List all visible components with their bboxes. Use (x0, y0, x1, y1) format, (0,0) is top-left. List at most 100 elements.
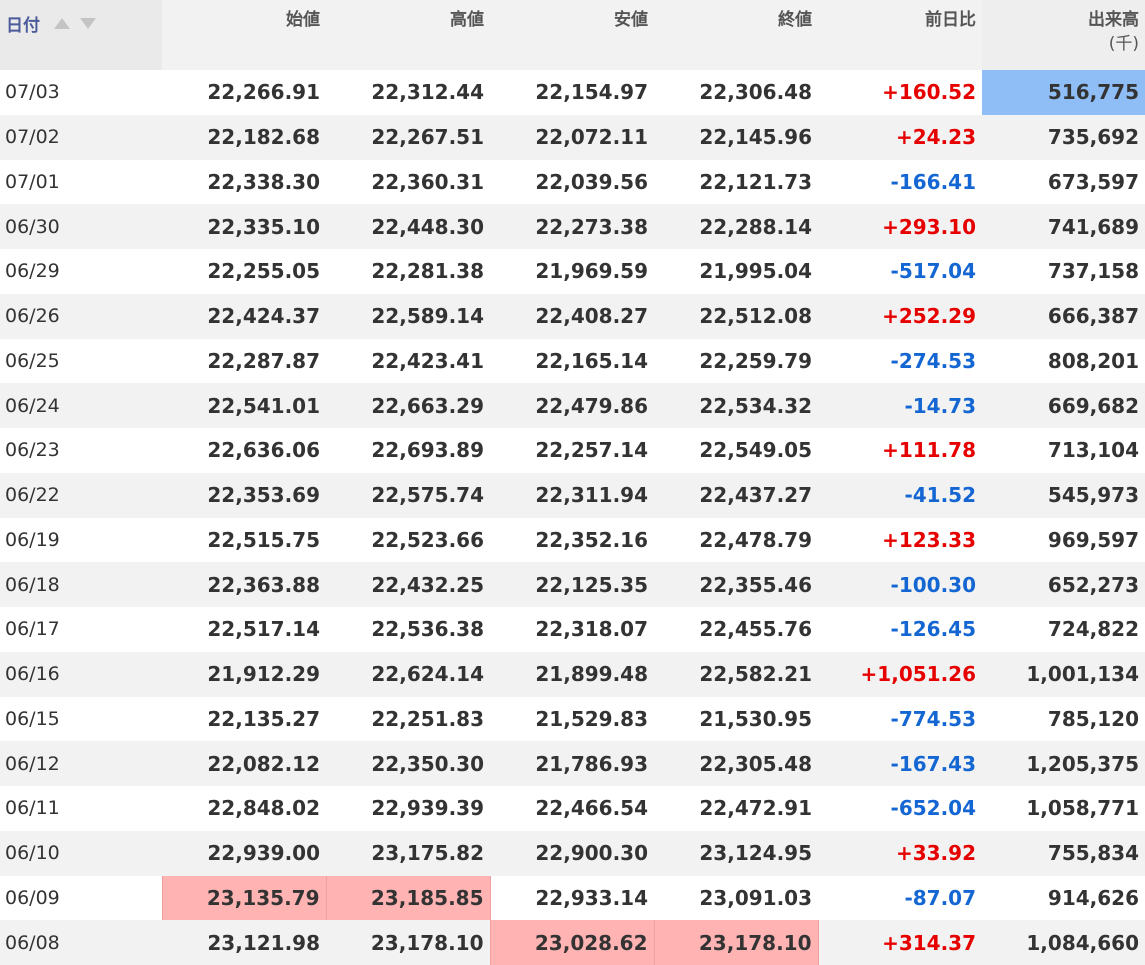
change-cell: +252.29 (818, 293, 982, 339)
date-cell: 06/25 (0, 338, 162, 384)
close-cell: 21,995.04 (654, 249, 818, 294)
column-header-low: 安値 (490, 0, 654, 70)
sort-control[interactable] (53, 12, 100, 36)
table-row: 06/15 22,135.27 22,251.83 21,529.83 21,5… (0, 696, 1145, 742)
low-cell: 22,125.35 (490, 562, 654, 607)
low-cell: 22,933.14 (490, 875, 654, 921)
high-cell: 22,312.44 (326, 70, 490, 115)
low-cell: 22,039.56 (490, 159, 654, 205)
volume-cell: 1,058,771 (982, 786, 1145, 831)
high-cell: 22,589.14 (326, 293, 490, 339)
open-cell: 22,287.87 (162, 338, 326, 384)
change-cell: +123.33 (818, 517, 982, 563)
date-cell: 06/22 (0, 472, 162, 518)
change-cell: -517.04 (818, 249, 982, 294)
open-cell: 22,353.69 (162, 472, 326, 518)
date-cell: 06/30 (0, 204, 162, 249)
open-cell: 23,121.98 (162, 920, 326, 965)
date-cell: 06/11 (0, 786, 162, 831)
volume-cell: 741,689 (982, 204, 1145, 249)
close-cell: 22,582.21 (654, 651, 818, 697)
date-cell: 06/12 (0, 741, 162, 786)
date-cell: 06/10 (0, 830, 162, 876)
low-cell: 21,786.93 (490, 741, 654, 786)
date-cell: 07/02 (0, 114, 162, 160)
low-cell: 22,165.14 (490, 338, 654, 384)
volume-cell: 735,692 (982, 114, 1145, 160)
high-cell: 22,281.38 (326, 249, 490, 294)
low-cell: 22,352.16 (490, 517, 654, 563)
close-cell: 22,437.27 (654, 472, 818, 518)
date-cell: 06/24 (0, 383, 162, 428)
high-cell: 22,267.51 (326, 114, 490, 160)
low-cell: 21,969.59 (490, 249, 654, 294)
date-cell: 06/19 (0, 517, 162, 563)
close-cell: 22,288.14 (654, 204, 818, 249)
open-cell: 21,912.29 (162, 651, 326, 697)
open-cell: 22,541.01 (162, 383, 326, 428)
open-cell: 22,517.14 (162, 607, 326, 652)
table-row: 06/11 22,848.02 22,939.39 22,466.54 22,4… (0, 786, 1145, 831)
high-cell: 22,251.83 (326, 696, 490, 742)
volume-cell: 1,001,134 (982, 651, 1145, 697)
column-header-volume-label: 出来高 (1088, 10, 1139, 30)
low-cell: 22,479.86 (490, 383, 654, 428)
change-cell: +33.92 (818, 830, 982, 876)
change-cell: -274.53 (818, 338, 982, 384)
open-cell: 22,082.12 (162, 741, 326, 786)
volume-cell: 673,597 (982, 159, 1145, 205)
close-cell: 22,512.08 (654, 293, 818, 339)
volume-cell: 669,682 (982, 383, 1145, 428)
high-cell: 22,575.74 (326, 472, 490, 518)
open-cell: 22,848.02 (162, 786, 326, 831)
column-header-volume: 出来高 (千) (982, 0, 1145, 70)
change-cell: +160.52 (818, 70, 982, 115)
column-header-close: 終値 (654, 0, 818, 70)
open-cell: 22,182.68 (162, 114, 326, 160)
change-cell: -166.41 (818, 159, 982, 205)
table-row: 06/19 22,515.75 22,523.66 22,352.16 22,4… (0, 517, 1145, 563)
column-header-change: 前日比 (818, 0, 982, 70)
change-cell: +24.23 (818, 114, 982, 160)
close-cell: 22,259.79 (654, 338, 818, 384)
open-cell: 22,335.10 (162, 204, 326, 249)
sort-ascending-icon[interactable] (53, 18, 70, 29)
low-cell: 22,408.27 (490, 293, 654, 339)
change-cell: +1,051.26 (818, 651, 982, 697)
table-row: 06/22 22,353.69 22,575.74 22,311.94 22,4… (0, 472, 1145, 518)
table-row: 06/24 22,541.01 22,663.29 22,479.86 22,5… (0, 383, 1145, 428)
low-cell: 22,311.94 (490, 472, 654, 518)
table-row: 06/16 21,912.29 22,624.14 21,899.48 22,5… (0, 651, 1145, 697)
column-header-high: 高値 (326, 0, 490, 70)
table-row: 06/18 22,363.88 22,432.25 22,125.35 22,3… (0, 562, 1145, 607)
column-header-date[interactable]: 日付 (0, 0, 162, 70)
volume-cell: 724,822 (982, 607, 1145, 652)
close-cell: 22,306.48 (654, 70, 818, 115)
open-cell: 23,135.79 (161, 875, 327, 921)
table-row: 06/17 22,517.14 22,536.38 22,318.07 22,4… (0, 607, 1145, 652)
low-cell: 22,154.97 (490, 70, 654, 115)
change-cell: -87.07 (818, 875, 982, 921)
change-cell: +293.10 (818, 204, 982, 249)
low-cell: 22,072.11 (490, 114, 654, 160)
open-cell: 22,424.37 (162, 293, 326, 339)
low-cell: 22,273.38 (490, 204, 654, 249)
low-cell: 21,899.48 (490, 651, 654, 697)
volume-cell: 785,120 (982, 696, 1145, 742)
change-cell: -652.04 (818, 786, 982, 831)
open-cell: 22,515.75 (162, 517, 326, 563)
low-cell: 22,318.07 (490, 607, 654, 652)
sort-descending-icon[interactable] (79, 18, 96, 29)
close-cell: 22,549.05 (654, 428, 818, 473)
volume-cell: 969,597 (982, 517, 1145, 563)
date-cell: 07/03 (0, 70, 162, 115)
change-cell: -167.43 (818, 741, 982, 786)
date-cell: 06/18 (0, 562, 162, 607)
volume-cell: 808,201 (982, 338, 1145, 384)
table-row: 06/09 23,135.79 23,185.85 22,933.14 23,0… (0, 875, 1145, 921)
volume-unit-label: (千) (1108, 34, 1139, 54)
date-cell: 06/17 (0, 607, 162, 652)
table-row: 06/10 22,939.00 23,175.82 22,900.30 23,1… (0, 830, 1145, 876)
change-cell: -126.45 (818, 607, 982, 652)
high-cell: 22,360.31 (326, 159, 490, 205)
